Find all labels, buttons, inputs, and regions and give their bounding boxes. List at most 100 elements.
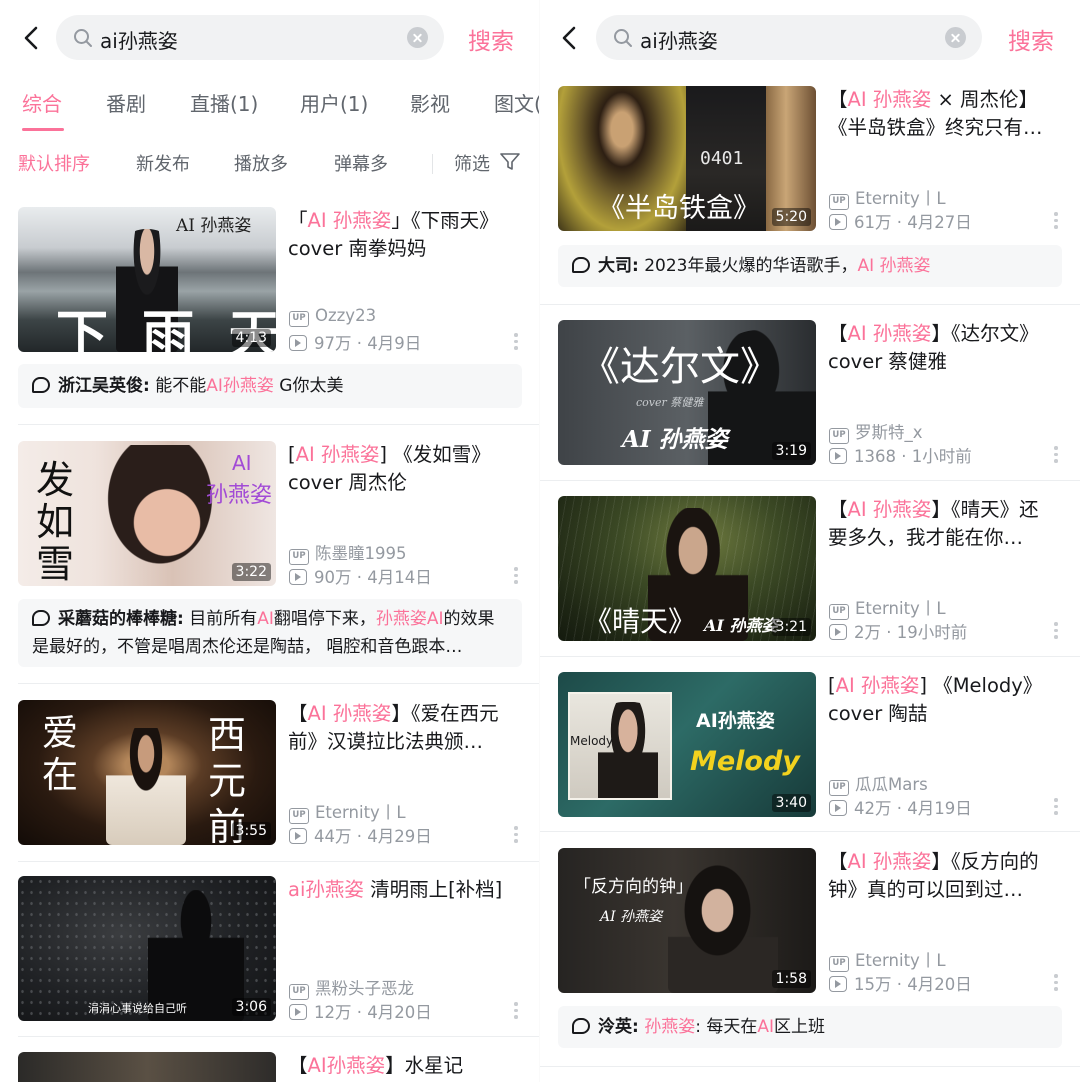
video-uploader[interactable]: UP 陈墨瞳1995 [289, 540, 407, 565]
video-duration: 3:19 [771, 442, 811, 460]
video-title[interactable]: 【AI孙燕姿】水星记 [288, 1052, 516, 1080]
more-options-icon[interactable] [1054, 798, 1058, 816]
video-title[interactable]: 【AI 孙燕姿】《晴天》还要多久，我才能在你… [828, 496, 1056, 552]
filter-icon[interactable] [500, 153, 520, 171]
up-icon: UP [289, 311, 309, 327]
up-icon: UP [829, 604, 849, 620]
search-input[interactable]: ai孙燕姿 [56, 15, 444, 60]
thumbnail-title: 《晴天》 [584, 605, 697, 638]
thumbnail-logo: AI孙燕姿 [696, 710, 775, 732]
video-uploader[interactable]: UP Ozzy23 [289, 306, 376, 327]
up-icon: UP [289, 808, 309, 824]
sort-newest[interactable]: 新发布 [136, 150, 190, 176]
divider [18, 424, 540, 425]
video-thumbnail[interactable]: 涓涓心事说给自己听 3:06 [18, 876, 276, 1021]
search-button[interactable]: 搜索 [468, 22, 514, 56]
more-options-icon[interactable] [1054, 974, 1058, 992]
clear-icon[interactable] [407, 27, 428, 48]
more-options-icon[interactable] [514, 1002, 518, 1020]
play-count-icon [829, 976, 847, 992]
thumbnail-logo: AI [232, 451, 252, 475]
tab-film[interactable]: 影视 [410, 88, 450, 117]
video-thumbnail[interactable]: 0401 《半岛铁盒》 5:20 [558, 86, 816, 231]
featured-comment[interactable]: 浙江吴英俊: 能不能AI孙燕姿 G你太美 [18, 364, 522, 408]
video-stats: 90万 · 4月14日 [289, 564, 432, 588]
video-stats: 1368 · 1小时前 [829, 443, 972, 467]
thumbnail-title: 「反方向的钟」 [574, 877, 693, 897]
video-duration: 1:58 [771, 970, 811, 988]
thumbnail-logo: AI 孙燕姿 [600, 909, 663, 925]
divider [540, 831, 1080, 832]
featured-comment[interactable]: 大司: 2023年最火爆的华语歌手，AI 孙燕姿 [558, 245, 1062, 287]
tab-all[interactable]: 综合 [22, 88, 62, 117]
video-thumbnail[interactable]: AI 孙燕姿 下 雨 天 4:13 [18, 207, 276, 352]
video-uploader[interactable]: UP Eternity丨L [829, 185, 946, 210]
video-thumbnail[interactable]: 发 如 雪 AI 孙燕姿 3:22 [18, 441, 276, 586]
sort-most-danmaku[interactable]: 弹幕多 [334, 150, 388, 176]
video-stats: 44万 · 4月29日 [289, 823, 432, 847]
video-title[interactable]: 【AI 孙燕姿】《爱在西元前》汉谟拉比法典颁… [288, 700, 516, 756]
tab-articles[interactable]: 图文( [494, 88, 540, 117]
video-uploader[interactable]: UP 瓜瓜Mars [829, 771, 928, 796]
search-input[interactable]: ai孙燕姿 [596, 15, 982, 60]
featured-comment[interactable]: 泠英: 孙燕姿: 每天在AI区上班 [558, 1006, 1062, 1048]
tab-anime[interactable]: 番剧 [106, 88, 146, 117]
search-button[interactable]: 搜索 [1008, 22, 1054, 56]
video-title[interactable]: 【AI 孙燕姿 × 周杰伦】《半岛铁盒》终究只有… [828, 86, 1056, 142]
back-arrow-icon[interactable] [560, 26, 580, 50]
back-arrow-icon[interactable] [22, 26, 42, 50]
video-title[interactable]: 「AI 孙燕姿」《下雨天》cover 南拳妈妈 [288, 207, 516, 263]
video-duration: 3:21 [771, 618, 811, 636]
more-options-icon[interactable] [1054, 212, 1058, 230]
video-stats: 15万 · 4月20日 [829, 971, 972, 995]
featured-comment[interactable]: 采蘑菇的棒棒糖: 目前所有AI翻唱停下来，孙燕姿AI的效果是最好的，不管是唱周杰… [18, 599, 522, 667]
category-tabs: 综合 番剧 直播(1) 用户(1) 影视 图文( [0, 88, 540, 132]
clear-icon[interactable] [945, 27, 966, 48]
video-uploader[interactable]: UP Eternity丨L [829, 595, 946, 620]
search-query: ai孙燕姿 [100, 29, 178, 53]
video-uploader[interactable]: UP Eternity丨L [829, 947, 946, 972]
video-title[interactable]: 【AI 孙燕姿】《反方向的钟》真的可以回到过… [828, 848, 1056, 904]
play-count-icon [829, 800, 847, 816]
sort-divider [432, 154, 433, 174]
more-options-icon[interactable] [1054, 446, 1058, 464]
divider [540, 480, 1080, 481]
video-uploader[interactable]: UP 罗斯特_x [829, 419, 923, 444]
more-options-icon[interactable] [1054, 622, 1058, 640]
video-title[interactable]: [AI 孙燕姿] 《Melody》cover 陶喆 [828, 672, 1056, 728]
tab-live[interactable]: 直播(1) [190, 88, 258, 117]
video-title[interactable]: ai孙燕姿 清明雨上[补档] [288, 876, 516, 904]
video-thumbnail[interactable]: 《晴天》 AI 孙燕姿 3:21 [558, 496, 816, 641]
video-duration: 3:40 [771, 794, 811, 812]
video-thumbnail[interactable]: 爱 在 西 元 前 3:55 [18, 700, 276, 845]
search-header: ai孙燕姿 搜索 [540, 0, 1080, 76]
up-icon: UP [829, 956, 849, 972]
video-duration: 3:22 [231, 563, 271, 581]
video-thumbnail[interactable]: Melody AI孙燕姿 Melody 3:40 [558, 672, 816, 817]
filter-button[interactable]: 筛选 [454, 150, 490, 176]
thumbnail-title: Melody [690, 746, 800, 777]
video-thumbnail[interactable]: 「反方向的钟」 AI 孙燕姿 1:58 [558, 848, 816, 993]
right-screen: ai孙燕姿 搜索 0401 《半岛铁盒》 5:20 【AI 孙燕姿 × 周杰伦】… [540, 0, 1080, 1082]
video-thumbnail[interactable] [18, 1052, 276, 1082]
play-count-icon [289, 569, 307, 585]
more-options-icon[interactable] [514, 567, 518, 585]
sort-default[interactable]: 默认排序 [18, 150, 90, 176]
more-options-icon[interactable] [514, 826, 518, 844]
play-count-icon [289, 1004, 307, 1020]
sort-most-played[interactable]: 播放多 [234, 150, 288, 176]
divider [18, 861, 540, 862]
up-icon: UP [829, 428, 849, 444]
video-title[interactable]: 【AI 孙燕姿】《达尔文》cover 蔡健雅 [828, 320, 1056, 376]
video-title[interactable]: [AI 孙燕姿] 《发如雪》cover 周杰伦 [288, 441, 516, 497]
video-uploader[interactable]: UP Eternity丨L [289, 799, 406, 824]
comment-bubble-icon [572, 257, 590, 273]
video-uploader[interactable]: UP 黑粉头子恶龙 [289, 975, 414, 1000]
more-options-icon[interactable] [514, 333, 518, 351]
tab-users[interactable]: 用户(1) [300, 88, 368, 117]
divider [18, 1036, 540, 1037]
video-thumbnail[interactable]: 《达尔文》 cover 蔡健雅 AI 孙燕姿 3:19 [558, 320, 816, 465]
divider [18, 683, 540, 684]
divider [540, 304, 1080, 305]
comment-bubble-icon [32, 610, 50, 626]
